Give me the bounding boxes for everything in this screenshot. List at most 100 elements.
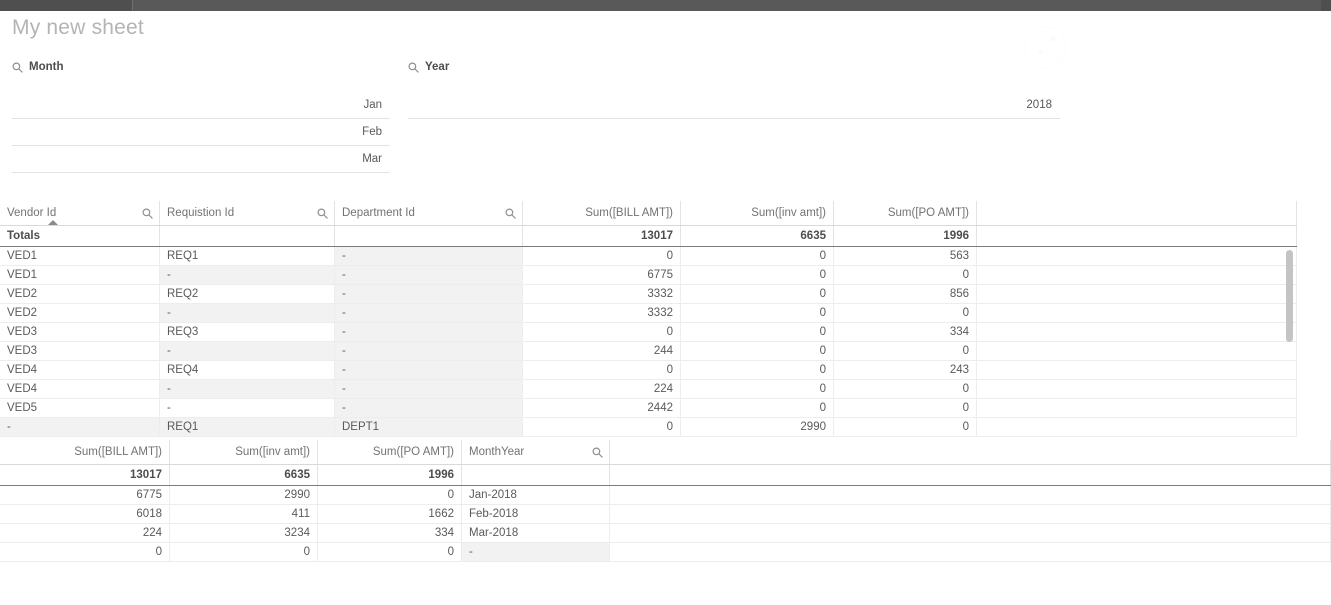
search-icon[interactable] [12, 62, 23, 73]
table-cell[interactable]: VED3 [0, 323, 160, 341]
table-cell[interactable]: - [160, 342, 335, 360]
table-cell[interactable]: VED5 [0, 399, 160, 417]
filter-item[interactable]: Mar [12, 146, 390, 173]
filter-pane-year[interactable]: Year 2018 [408, 58, 1060, 119]
table-cell: 856 [834, 285, 977, 303]
column-header[interactable]: Sum([PO AMT]) [318, 440, 462, 464]
table-cell[interactable]: - [335, 247, 523, 265]
column-header[interactable]: MonthYear [462, 440, 610, 464]
table-cell: 1662 [318, 505, 462, 523]
table-cell [977, 380, 1297, 398]
filter-item[interactable]: Jan [12, 92, 390, 119]
table-row[interactable]: VED1- -6775 0 0 [0, 266, 1297, 285]
table-row[interactable]: VED3- -244 0 0 [0, 342, 1297, 361]
table-cell[interactable]: REQ2 [160, 285, 335, 303]
table-cell: 0 [318, 543, 462, 561]
table-row[interactable]: 224 3234 334 Mar-2018 [0, 524, 1331, 543]
table-row[interactable]: 6018 411 1662 Feb-2018 [0, 505, 1331, 524]
table-cell [977, 399, 1297, 417]
table-body[interactable]: VED1 REQ1-0 0 563 VED1- -6775 0 0 VED2 REQ2-3332 0… [0, 247, 1297, 437]
table-cell: 0 [834, 380, 977, 398]
filter-pane-month[interactable]: Month Jan Feb Mar [12, 58, 390, 173]
search-icon[interactable] [505, 208, 516, 219]
table-cell[interactable]: VED2 [0, 285, 160, 303]
table-cell[interactable]: VED1 [0, 247, 160, 265]
table-cell[interactable]: VED2 [0, 304, 160, 322]
table-row[interactable]: VED1 REQ1-0 0 563 [0, 247, 1297, 266]
table-row[interactable]: VED4- -224 0 0 [0, 380, 1297, 399]
table-cell[interactable]: VED3 [0, 342, 160, 360]
table-cell: 0 [523, 323, 681, 341]
table-cell [610, 543, 1331, 561]
filter-list-year[interactable]: 2018 [408, 92, 1060, 119]
column-header[interactable]: Sum([inv amt]) [170, 440, 318, 464]
table-row[interactable]: VED4 REQ4-0 0 243 [0, 361, 1297, 380]
table-header-row[interactable]: Sum([BILL AMT]) Sum([inv amt]) Sum([PO AMT… [0, 440, 1331, 465]
table-row[interactable]: 000- [0, 543, 1331, 562]
monthyear-data-table[interactable]: Sum([BILL AMT]) Sum([inv amt]) Sum([PO AMT… [0, 440, 1331, 562]
vertical-scrollbar-thumb[interactable] [1286, 250, 1293, 342]
table-cell[interactable]: - [160, 399, 335, 417]
table-cell: 0 [834, 342, 977, 360]
table-cell[interactable]: VED1 [0, 266, 160, 284]
table-cell: 0 [681, 323, 834, 341]
column-header[interactable]: Vendor Id [0, 201, 160, 225]
table-cell[interactable]: REQ1 [160, 247, 335, 265]
column-header-label: Requistion Id [167, 207, 235, 219]
table-cell [977, 266, 1297, 284]
table-cell[interactable]: - [462, 543, 610, 561]
table-cell[interactable]: DEPT1 [335, 418, 523, 436]
table-cell[interactable]: - [335, 266, 523, 284]
totals-cell [610, 465, 1331, 485]
table-cell[interactable]: VED4 [0, 380, 160, 398]
filter-list-month[interactable]: Jan Feb Mar [12, 92, 390, 173]
table-row[interactable]: - REQ1 DEPT1 0 2990 0 [0, 418, 1297, 437]
table-cell [610, 524, 1331, 542]
table-body[interactable]: 6775 2990 0 Jan-2018 6018 411 1662 Feb-2018 224 3… [0, 486, 1331, 562]
column-header-label: Vendor Id [7, 207, 57, 219]
search-icon[interactable] [408, 62, 419, 73]
table-row[interactable]: VED2- -3332 0 0 [0, 304, 1297, 323]
column-header[interactable]: Sum([BILL AMT]) [523, 201, 681, 225]
table-cell[interactable]: REQ3 [160, 323, 335, 341]
column-header[interactable]: Department Id [335, 201, 523, 225]
table-row[interactable]: VED5- -2442 0 0 [0, 399, 1297, 418]
table-cell[interactable]: - [335, 399, 523, 417]
table-cell[interactable]: Mar-2018 [462, 524, 610, 542]
column-header[interactable]: Sum([inv amt]) [681, 201, 834, 225]
table-totals-row: 13017 6635 1996 [0, 465, 1331, 486]
table-header-row[interactable]: Vendor Id Requistion Id Department Id Sum([… [0, 201, 1297, 226]
table-cell: 0 [834, 266, 977, 284]
table-cell[interactable]: - [335, 323, 523, 341]
table-cell[interactable]: - [335, 380, 523, 398]
table-cell[interactable]: Feb-2018 [462, 505, 610, 523]
table-cell: 0 [834, 399, 977, 417]
table-row[interactable]: 6775 2990 0 Jan-2018 [0, 486, 1331, 505]
column-header[interactable]: Sum([BILL AMT]) [0, 440, 170, 464]
table-cell[interactable]: VED4 [0, 361, 160, 379]
table-row[interactable]: VED3 REQ3-0 0 334 [0, 323, 1297, 342]
search-icon[interactable] [142, 208, 153, 219]
table-cell[interactable]: REQ1 [160, 418, 335, 436]
search-icon[interactable] [592, 447, 603, 458]
main-data-table[interactable]: Vendor Id Requistion Id Department Id Sum([… [0, 201, 1297, 437]
table-row[interactable]: VED2 REQ2-3332 0 856 [0, 285, 1297, 304]
table-cell[interactable]: - [335, 361, 523, 379]
table-cell[interactable]: - [160, 380, 335, 398]
table-cell[interactable]: - [335, 304, 523, 322]
table-cell[interactable]: - [160, 266, 335, 284]
filter-item[interactable]: Feb [12, 119, 390, 146]
table-cell[interactable]: - [335, 285, 523, 303]
search-icon[interactable] [317, 208, 328, 219]
column-header[interactable]: Requistion Id [160, 201, 335, 225]
totals-cell [462, 465, 610, 485]
table-cell[interactable]: - [160, 304, 335, 322]
totals-cell: 13017 [523, 226, 681, 246]
table-cell[interactable]: - [335, 342, 523, 360]
table-cell[interactable]: Jan-2018 [462, 486, 610, 504]
filter-item[interactable]: 2018 [408, 92, 1060, 119]
column-header[interactable]: Sum([PO AMT]) [834, 201, 977, 225]
table-cell[interactable]: REQ4 [160, 361, 335, 379]
column-header [610, 440, 1331, 464]
table-cell[interactable]: - [0, 418, 160, 436]
